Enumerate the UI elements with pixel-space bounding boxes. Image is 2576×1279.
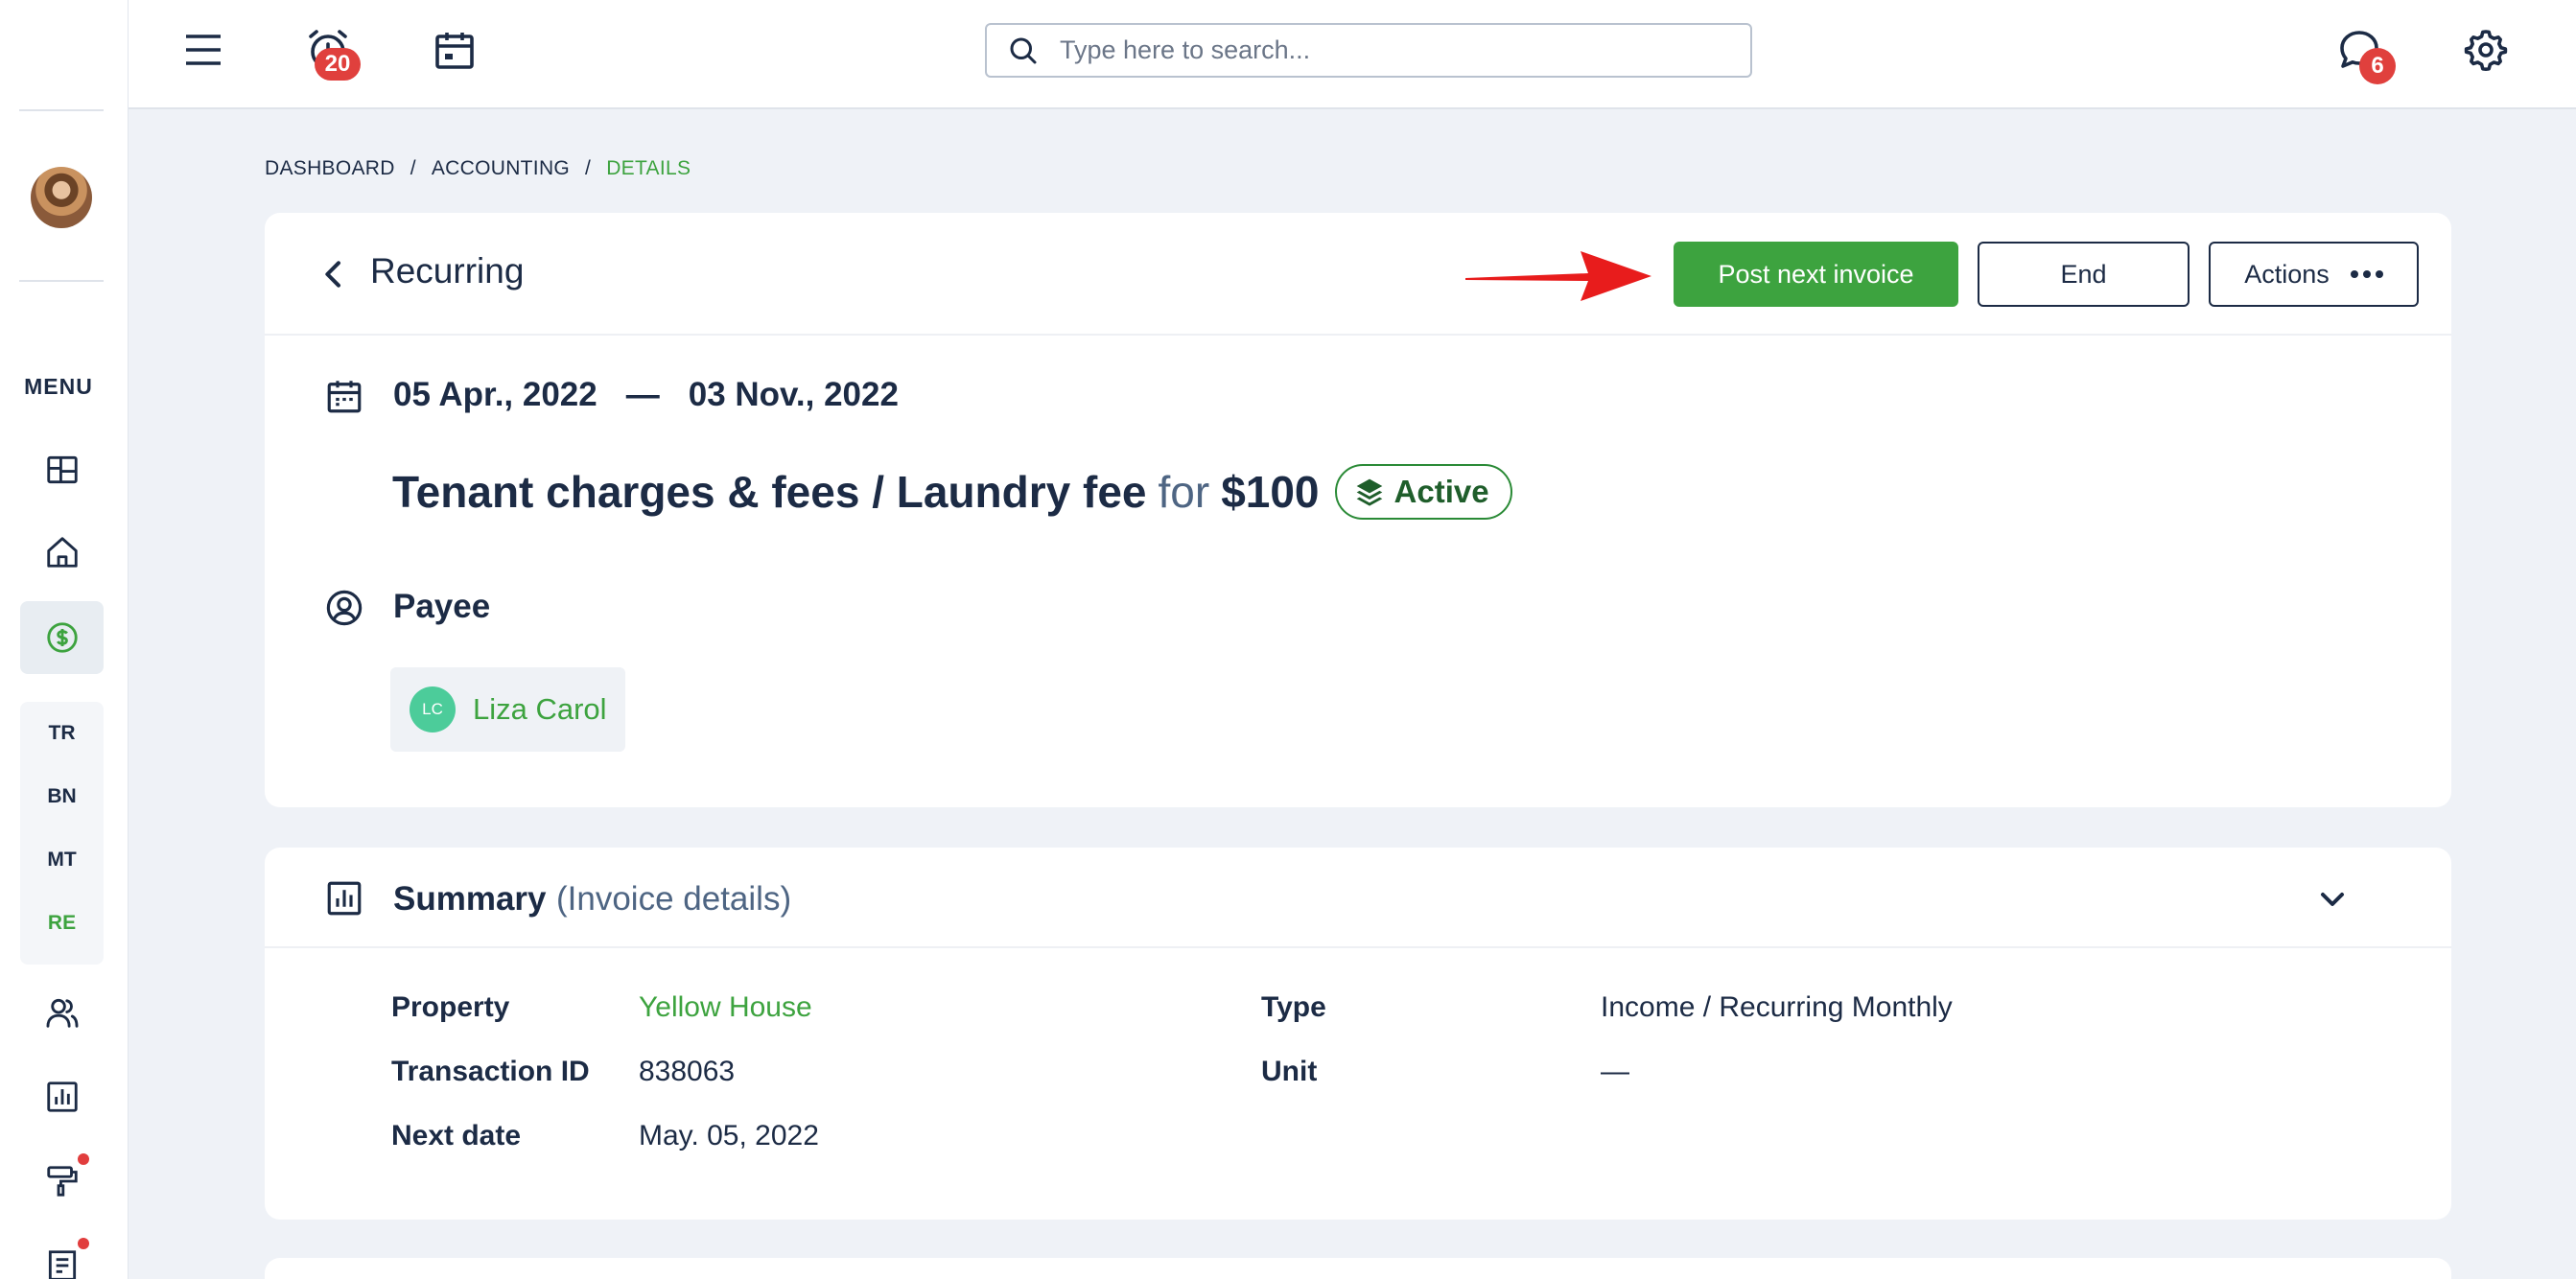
- bar-chart-icon: [46, 1081, 78, 1112]
- charge-amount: $100: [1221, 467, 1320, 517]
- date-separator: —: [625, 376, 660, 413]
- date-range: 05 Apr., 2022 — 03 Nov., 2022: [393, 376, 899, 414]
- hamburger-menu-button[interactable]: [176, 23, 230, 77]
- unit-label: Unit: [1261, 1056, 1318, 1087]
- notification-dot: [78, 1153, 89, 1165]
- home-icon: [46, 537, 78, 568]
- post-next-invoice-button[interactable]: Post next invoice: [1674, 242, 1958, 307]
- summary-header[interactable]: Summary (Invoice details): [265, 848, 2451, 948]
- sidebar-divider: [19, 109, 104, 111]
- accounting-submenu: TR BN MT RE: [20, 702, 104, 965]
- status-badge: Active: [1334, 464, 1512, 520]
- submenu-item-bn[interactable]: BN: [20, 765, 104, 828]
- type-value: Income / Recurring Monthly: [1601, 991, 1953, 1023]
- payee-name[interactable]: Liza Carol: [473, 692, 607, 727]
- breadcrumb: DASHBOARD / ACCOUNTING / DETAILS: [265, 157, 691, 180]
- search-icon: [1010, 37, 1037, 63]
- breadcrumb-accounting[interactable]: ACCOUNTING: [432, 157, 570, 180]
- settings-button[interactable]: [2459, 23, 2513, 77]
- gear-icon: [2464, 30, 2508, 71]
- payee-label: Payee: [393, 588, 491, 625]
- sidebar-item-maintenance[interactable]: [20, 1145, 104, 1218]
- next-card: [265, 1258, 2451, 1279]
- charge-summary: Tenant charges & fees / Laundry fee for …: [392, 464, 1512, 520]
- card-header: Recurring Post next invoice End Actions: [265, 213, 2451, 336]
- breadcrumb-separator: /: [410, 157, 416, 179]
- breadcrumb-separator: /: [585, 157, 592, 179]
- status-text: Active: [1393, 474, 1489, 509]
- type-label: Type: [1261, 991, 1326, 1023]
- payee-avatar: LC: [410, 686, 456, 733]
- sidebar-item-people[interactable]: [20, 976, 104, 1049]
- charge-for-word: for: [1158, 467, 1210, 517]
- dollar-circle-icon: [46, 622, 78, 653]
- avatar[interactable]: [31, 167, 92, 228]
- sidebar-item-home[interactable]: [20, 516, 104, 589]
- calendar-button[interactable]: [428, 23, 481, 77]
- paint-roller-icon: [46, 1166, 78, 1197]
- sidebar-item-accounting[interactable]: [20, 601, 104, 674]
- transaction-id-label: Transaction ID: [391, 1056, 590, 1087]
- message-count-badge: 6: [2359, 48, 2396, 84]
- start-date: 05 Apr., 2022: [393, 376, 597, 413]
- summary-card: Summary (Invoice details) Property Yello…: [265, 848, 2451, 1220]
- calendar-icon: [327, 381, 362, 413]
- red-pointer-arrow: [1465, 251, 1651, 301]
- summary-subtitle: (Invoice details): [556, 880, 792, 918]
- user-circle-icon: [326, 590, 363, 626]
- submenu-item-mt[interactable]: MT: [20, 828, 104, 892]
- submenu-item-re[interactable]: RE: [20, 892, 104, 955]
- more-dots-icon: [2350, 270, 2383, 278]
- charge-name: Tenant charges & fees / Laundry fee: [392, 467, 1147, 517]
- payee-chip[interactable]: LC Liza Carol: [390, 667, 625, 752]
- property-label: Property: [391, 991, 510, 1023]
- alarm-button[interactable]: 20: [301, 23, 361, 81]
- back-arrow-icon[interactable]: [315, 255, 353, 293]
- actions-button[interactable]: Actions: [2209, 242, 2419, 307]
- bar-chart-icon: [327, 881, 362, 916]
- sidebar: MENU TR BN MT RE: [0, 0, 129, 1279]
- dashboard-grid-icon: [46, 455, 78, 484]
- hamburger-icon: [186, 35, 221, 65]
- messages-button[interactable]: 6: [2332, 23, 2396, 84]
- breadcrumb-details: DETAILS: [606, 157, 691, 179]
- submenu-item-tr[interactable]: TR: [20, 702, 104, 765]
- next-date-value: May. 05, 2022: [639, 1120, 819, 1151]
- sidebar-item-reports[interactable]: [20, 1060, 104, 1133]
- alarm-count-badge: 20: [315, 48, 361, 81]
- next-date-label: Next date: [391, 1120, 522, 1151]
- sidebar-item-documents[interactable]: [20, 1229, 104, 1279]
- chevron-down-icon[interactable]: [2313, 880, 2352, 919]
- recurring-detail-card: Recurring Post next invoice End Actions …: [265, 213, 2451, 807]
- users-icon: [46, 998, 78, 1028]
- property-link[interactable]: Yellow House: [639, 991, 812, 1024]
- page-title: Recurring: [370, 251, 525, 291]
- sidebar-divider: [19, 280, 104, 282]
- calendar-icon: [435, 33, 474, 69]
- end-button[interactable]: End: [1978, 242, 2190, 307]
- notification-dot: [78, 1238, 89, 1249]
- menu-label: MENU: [24, 374, 93, 399]
- breadcrumb-dashboard[interactable]: DASHBOARD: [265, 157, 395, 180]
- unit-value: —: [1601, 1056, 1629, 1087]
- sidebar-item-dashboard[interactable]: [20, 433, 104, 506]
- search-bar: [985, 23, 1752, 78]
- summary-title: Summary: [393, 880, 547, 918]
- document-icon: [48, 1250, 76, 1279]
- actions-label: Actions: [2244, 259, 2330, 289]
- search-input[interactable]: [1060, 35, 1712, 65]
- layers-icon: [1356, 478, 1382, 506]
- end-date: 03 Nov., 2022: [688, 376, 899, 413]
- top-bar: 20 6: [129, 0, 2576, 109]
- transaction-id-value: 838063: [639, 1056, 736, 1087]
